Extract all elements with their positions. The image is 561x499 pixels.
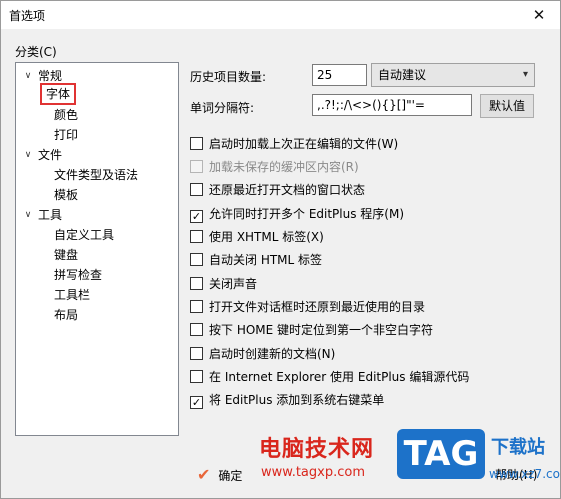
checkbox-checked-icon[interactable]: ✓ [190,210,203,223]
watermark-site-url: www.tagxp.com [261,465,365,480]
history-count-input[interactable]: 25 [312,64,367,86]
option-context-menu[interactable]: ✓ 将 EditPlus 添加到系统右键菜单 [190,392,384,410]
option-label: 在 Internet Explorer 使用 EditPlus 编辑源代码 [209,370,470,384]
tree-item-file[interactable]: 文件 [38,146,62,164]
option-home-key[interactable]: 按下 HOME 键时定位到第一个非空白字符 [190,322,433,340]
tree-item-layout[interactable]: 布局 [54,306,78,324]
checkbox[interactable] [190,253,203,266]
tree-item-toolbar[interactable]: 工具栏 [54,286,90,304]
option-restore-window-state[interactable]: 还原最近打开文档的窗口状态 [190,182,365,200]
option-mute-sound[interactable]: 关闭声音 [190,276,257,294]
option-label: 启动时加载上次正在编辑的文件(W) [209,137,399,151]
tree-item-file-types[interactable]: 文件类型及语法 [54,166,138,184]
tree-item-template[interactable]: 模板 [54,186,78,204]
option-auto-close-html[interactable]: 自动关闭 HTML 标签 [190,252,322,270]
watermark-download-label: 下载站 [491,437,545,458]
history-count-label: 历史项目数量: [190,70,267,84]
tree-item-tools[interactable]: 工具 [38,206,62,224]
checkbox-checked-icon[interactable]: ✓ [190,396,203,409]
option-label: 还原最近打开文档的窗口状态 [209,183,366,197]
option-label: 将 EditPlus 添加到系统右键菜单 [209,393,385,407]
option-new-doc-on-start[interactable]: 启动时创建新的文档(N) [190,346,335,364]
help-button[interactable]: 帮助(H) [495,463,537,487]
checkmark-icon: ✔ [197,465,211,484]
option-label: 打开文件对话框时还原到最近使用的目录 [209,300,426,314]
option-multiple-instances[interactable]: ✓ 允许同时打开多个 EditPlus 程序(M) [190,206,404,224]
option-label: 使用 XHTML 标签(X) [209,230,324,244]
option-label: 允许同时打开多个 EditPlus 程序(M) [209,207,405,221]
option-label: 加载未保存的缓冲区内容(R) [209,160,359,174]
ok-button[interactable]: ✔ 确定 [197,463,242,487]
word-separator-label: 单词分隔符: [190,101,255,115]
window-title: 首选项 [9,9,46,23]
title-bar: 首选项 ✕ [1,1,560,29]
history-mode-select[interactable]: 自动建议 ▾ [371,63,535,87]
preferences-dialog: 首选项 ✕ 分类(C) ∨ 常规 字体 颜色 打印 ∨ 文件 文件类型及语法 模… [0,0,561,499]
category-label: 分类(C) [15,45,57,59]
close-icon[interactable]: ✕ [524,3,554,27]
checkbox[interactable] [190,300,203,313]
option-label: 关闭声音 [209,277,258,291]
word-separator-input[interactable]: ,.?!;:/\<>(){}[]"'= [312,94,472,116]
option-ie-edit-source[interactable]: 在 Internet Explorer 使用 EditPlus 编辑源代码 [190,369,469,387]
option-load-last-files[interactable]: 启动时加载上次正在编辑的文件(W) [190,136,398,154]
tree-item-spell-check[interactable]: 拼写检查 [54,266,102,284]
option-load-unsaved-buffer: 加载未保存的缓冲区内容(R) [190,159,359,177]
category-tree[interactable]: ∨ 常规 字体 颜色 打印 ∨ 文件 文件类型及语法 模板 ∨ 工具 自定义工具… [15,62,179,436]
checkbox[interactable] [190,183,203,196]
default-button[interactable]: 默认值 [480,94,534,118]
tree-item-custom-tools[interactable]: 自定义工具 [54,226,114,244]
tree-item-font[interactable]: 字体 [39,83,77,105]
checkbox[interactable] [190,370,203,383]
option-label: 启动时创建新的文档(N) [209,347,336,361]
checkbox[interactable] [190,347,203,360]
tree-item-general[interactable]: 常规 [38,67,62,85]
checkbox [190,160,203,173]
watermark-tag-logo: TAG [397,429,485,479]
tree-item-color[interactable]: 颜色 [54,106,78,124]
ok-label: 确定 [218,469,243,483]
option-label: 按下 HOME 键时定位到第一个非空白字符 [209,323,434,337]
expand-chevron-icon[interactable]: ∨ [22,67,34,85]
option-restore-recent-dir[interactable]: 打开文件对话框时还原到最近使用的目录 [190,299,425,317]
checkbox[interactable] [190,277,203,290]
expand-chevron-icon[interactable]: ∨ [22,146,34,164]
option-use-xhtml[interactable]: 使用 XHTML 标签(X) [190,229,324,247]
tree-item-keyboard[interactable]: 键盘 [54,246,78,264]
tree-item-print[interactable]: 打印 [54,126,78,144]
expand-chevron-icon[interactable]: ∨ [22,206,34,224]
history-mode-value: 自动建议 [378,68,427,82]
option-label: 自动关闭 HTML 标签 [209,253,323,267]
checkbox[interactable] [190,137,203,150]
watermark-site-name: 电脑技术网 [259,437,375,462]
chevron-down-icon: ▾ [522,69,528,80]
checkbox[interactable] [190,323,203,336]
checkbox[interactable] [190,230,203,243]
